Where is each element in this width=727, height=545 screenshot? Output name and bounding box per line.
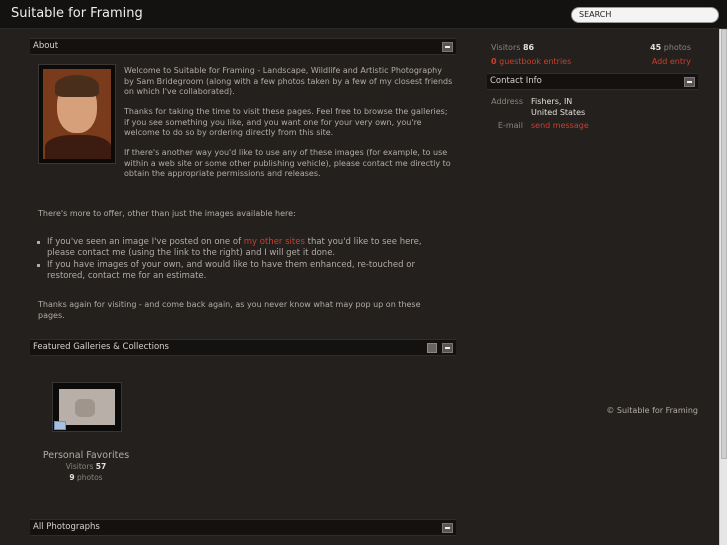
collapse-icon[interactable] [442,343,453,353]
scrollbar-thumb[interactable] [721,29,727,459]
bullet-marker [37,241,40,244]
collapse-icon[interactable] [684,77,695,87]
contact-section-header: Contact Info [487,73,698,90]
about-bullet-1: If you've seen an image I've posted on o… [47,237,422,258]
about-bullet-2: If you have images of your own, and woul… [47,260,415,281]
other-sites-link[interactable]: my other sites [244,237,305,247]
photos-stat: 45 photos [650,43,691,52]
scrollbar[interactable] [719,29,727,545]
bullet-marker [37,264,40,267]
about-other-use: If there's another way you'd like to use… [124,148,451,178]
address-line-1: Fishers, IN [531,97,573,106]
about-more: There's more to offer, other than just t… [38,209,296,218]
site-title[interactable]: Suitable for Framing [11,6,143,21]
all-photos-section-header: All Photographs [30,519,456,536]
about-intro: Welcome to Suitable for Framing - Landsc… [124,66,453,96]
top-bar: Suitable for Framing SEARCH [0,0,727,29]
contact-heading: Contact Info [490,76,542,86]
gallery-visitors: Visitors 57 [65,462,107,471]
gallery-photos: 9 photos [69,473,103,482]
all-photos-heading: All Photographs [33,522,100,532]
email-label: E-mail [497,121,523,130]
copyright: © Suitable for Framing [606,406,698,415]
address-line-2: United States [531,108,586,117]
add-entry-link[interactable]: Add entry [620,57,691,68]
featured-heading: Featured Galleries & Collections [33,342,169,352]
profile-photo [38,64,116,164]
collapse-icon[interactable] [442,42,453,52]
featured-section-header: Featured Galleries & Collections [30,339,456,356]
send-message-link[interactable]: send message [531,121,589,132]
collapse-icon[interactable] [442,523,453,533]
about-section-header: About [30,38,456,55]
about-thanks: Thanks for taking the time to visit thes… [124,107,448,137]
folder-icon [54,421,66,430]
guestbook-link[interactable]: 0 guestbook entries [491,57,571,68]
address-label: Address [491,97,523,106]
about-heading: About [33,41,59,51]
rss-icon[interactable] [427,343,437,353]
search-input[interactable]: SEARCH [571,7,719,23]
about-closing: Thanks again for visiting - and come bac… [38,300,421,320]
gallery-title[interactable]: Personal Favorites [30,450,142,461]
visitors-stat: Visitors 86 [491,43,535,52]
